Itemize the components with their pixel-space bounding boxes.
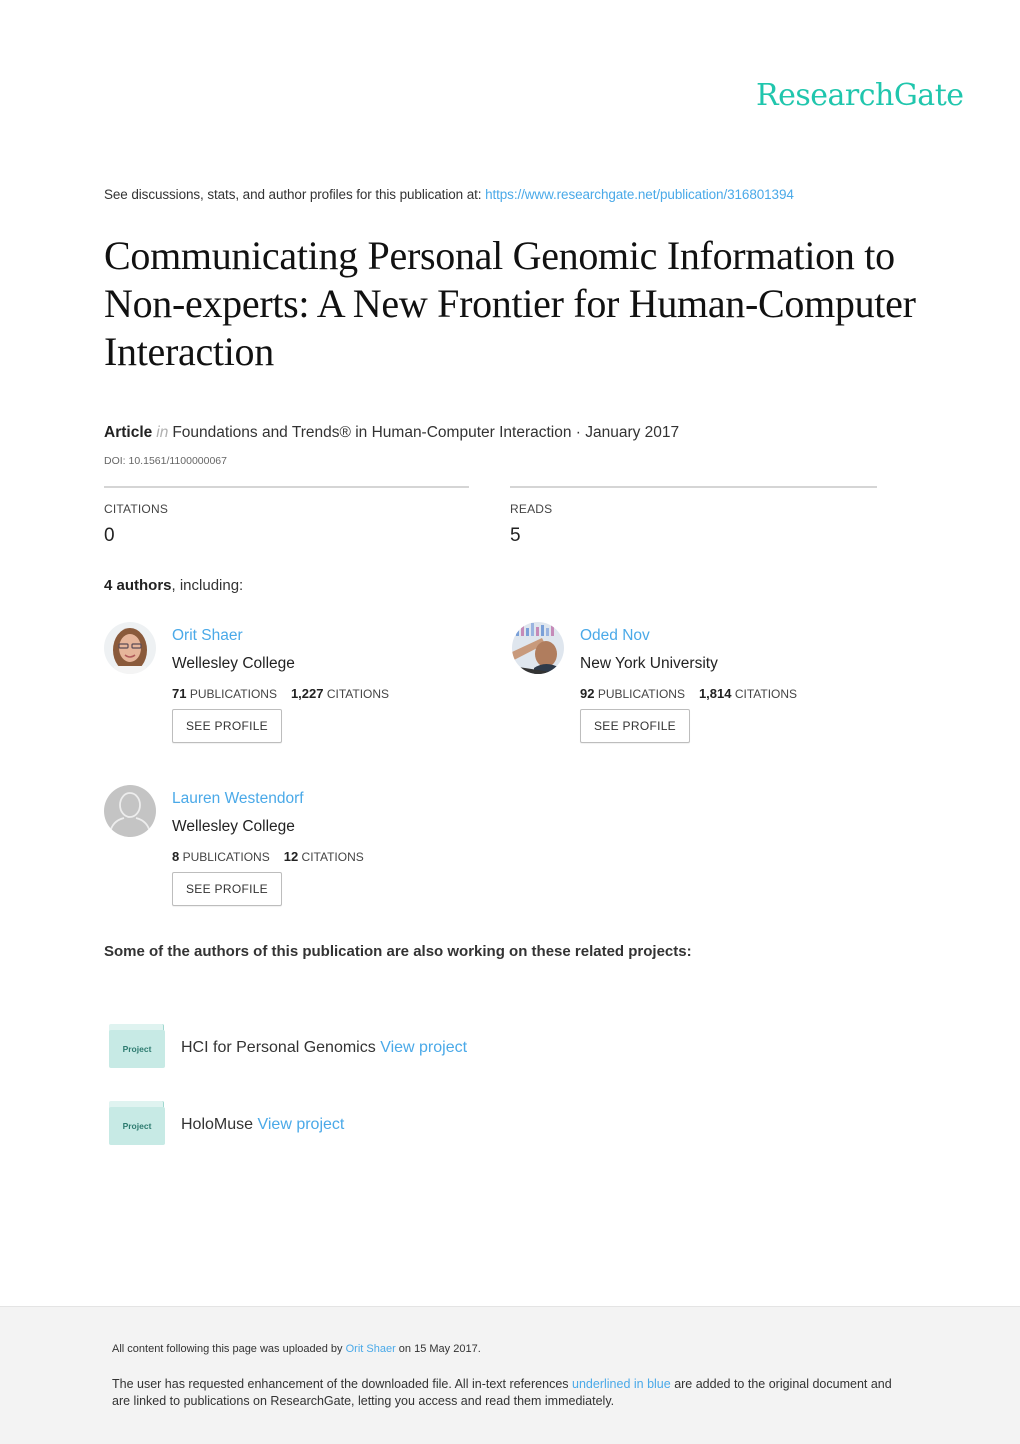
author-stats: 8 PUBLICATIONS 12 CITATIONS [172,849,364,864]
citations-count: 1,814 [698,686,732,701]
see-profile-button[interactable]: SEE PROFILE [172,872,282,906]
author-institution: Wellesley College [172,655,295,672]
publications-count: 92 [580,686,595,701]
authors-count: 4 authors [104,577,172,594]
citations-count: 1,227 [290,686,324,701]
project-icon-label: Project [122,1044,152,1054]
researchgate-logo[interactable]: ResearchGate [756,78,964,113]
venue-date: Foundations and Trends® in Human-Compute… [172,424,680,441]
uploaded-suffix: on 15 May 2017. [395,1343,481,1355]
in-word: in [156,424,169,441]
citations-count: 12 [283,849,299,864]
author-photo-icon [512,622,564,674]
citations-label: CITATIONS [301,850,364,864]
view-project-link[interactable]: View project [257,1116,344,1133]
authors-suffix: , including: [171,577,244,594]
project-text: HCI for Personal Genomics View project [181,1039,467,1057]
footer: All content following this page was uplo… [0,1306,1020,1444]
project-text: HoloMuse View project [181,1116,344,1134]
author-card: Lauren Westendorf Wellesley College 8 PU… [104,785,504,925]
discussions-line: See discussions, stats, and author profi… [104,187,794,202]
publications-label: PUBLICATIONS [189,687,277,701]
uploaded-prefix: All content following this page was uplo… [112,1343,346,1355]
reads-divider [510,486,877,488]
author-name-link[interactable]: Oded Nov [580,627,650,645]
author-card: Oded Nov New York University 92 PUBLICAT… [512,622,912,762]
view-project-link[interactable]: View project [380,1039,467,1056]
author-institution: New York University [580,655,718,672]
author-name-link[interactable]: Orit Shaer [172,627,243,645]
reads-value: 5 [510,525,521,546]
publications-count: 8 [172,849,180,864]
avatar[interactable] [104,785,156,837]
author-card: Orit Shaer Wellesley College 71 PUBLICAT… [104,622,504,762]
see-profile-button[interactable]: SEE PROFILE [172,709,282,743]
underlined-in-blue-link[interactable]: underlined in blue [572,1377,671,1391]
publications-label: PUBLICATIONS [597,687,685,701]
publication-meta: Article in Foundations and Trends® in Huma… [104,424,679,442]
publication-type: Article [104,424,153,441]
author-stats: 92 PUBLICATIONS 1,814 CITATIONS [580,686,797,701]
publications-label: PUBLICATIONS [182,850,270,864]
project-name: HCI for Personal Genomics [181,1039,376,1056]
discussions-text: See discussions, stats, and author profi… [104,187,486,202]
citations-label: CITATIONS [326,687,390,701]
uploader-link[interactable]: Orit Shaer [346,1343,396,1355]
author-name-link[interactable]: Lauren Westendorf [172,790,304,808]
project-name: HoloMuse [181,1116,254,1133]
citations-label: CITATIONS [104,502,169,516]
citations-value: 0 [104,525,115,546]
project-icon-label: Project [122,1121,152,1131]
project-item: Project HoloMuse View project [109,1101,709,1147]
author-stats: 71 PUBLICATIONS 1,227 CITATIONS [172,686,389,701]
publication-title: Communicating Personal Genomic Informati… [104,233,916,374]
see-profile-button[interactable]: SEE PROFILE [580,709,690,743]
project-item: Project HCI for Personal Genomics View p… [109,1024,709,1070]
default-user-icon [104,785,156,837]
authors-heading: 4 authors, including: [104,577,243,594]
avatar[interactable] [104,622,156,674]
uploaded-note: All content following this page was uplo… [112,1343,481,1355]
author-photo-icon [104,622,156,674]
enhancement-prefix: The user has requested enhancement of th… [112,1377,573,1391]
publication-url-link[interactable]: https://www.researchgate.net/publication… [485,187,794,202]
avatar[interactable] [512,622,564,674]
project-folder-icon: Project [109,1024,165,1068]
citations-label: CITATIONS [734,687,798,701]
project-folder-icon: Project [109,1101,165,1145]
related-projects-heading: Some of the authors of this publication … [104,943,692,960]
doi: DOI: 10.1561/1100000067 [104,455,227,467]
enhancement-note: The user has requested enhancement of th… [112,1376,912,1410]
author-institution: Wellesley College [172,818,295,835]
reads-label: READS [510,502,553,516]
publications-count: 71 [172,686,187,701]
citations-divider [104,486,469,488]
